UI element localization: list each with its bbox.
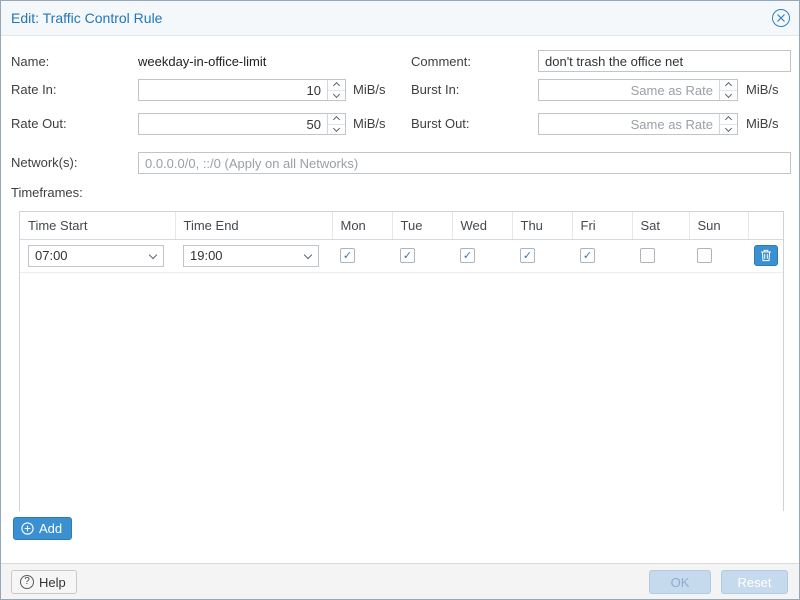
time-start-combo: [28, 245, 164, 267]
spinner-down-icon[interactable]: [328, 125, 345, 135]
timeframes-grid: Time Start Time End Mon Tue Wed Thu Fri …: [19, 211, 784, 511]
rate-out-spinner: [327, 114, 345, 134]
time-end-combo: [183, 245, 319, 267]
burst-out-unit: MiB/s: [746, 113, 779, 135]
rate-out-input[interactable]: [139, 114, 345, 134]
column-header-sat[interactable]: Sat: [632, 212, 689, 239]
burst-in-input[interactable]: [539, 80, 737, 100]
burst-in-spinner: [719, 80, 737, 100]
column-header-thu[interactable]: Thu: [512, 212, 572, 239]
spinner-down-icon[interactable]: [328, 91, 345, 101]
add-button[interactable]: Add: [13, 517, 72, 540]
column-header-sun[interactable]: Sun: [689, 212, 748, 239]
rate-in-spinner: [327, 80, 345, 100]
networks-input[interactable]: [139, 153, 790, 173]
grid-empty-area: [20, 273, 783, 511]
burst-out-field-wrap: [538, 113, 738, 135]
timeframes-label: Timeframes:: [11, 182, 83, 204]
column-header-wed[interactable]: Wed: [452, 212, 512, 239]
column-header-actions: [748, 212, 783, 239]
spinner-down-icon[interactable]: [720, 125, 737, 135]
comment-input[interactable]: [539, 51, 790, 71]
column-header-fri[interactable]: Fri: [572, 212, 632, 239]
comment-label: Comment:: [411, 51, 471, 73]
spinner-up-icon[interactable]: [328, 80, 345, 91]
rate-out-unit: MiB/s: [353, 113, 386, 135]
burst-out-spinner: [719, 114, 737, 134]
reset-button[interactable]: Reset: [721, 570, 788, 594]
table-row: ✓ ✓ ✓ ✓ ✓: [20, 239, 783, 272]
name-label: Name:: [11, 51, 49, 73]
column-header-time-start[interactable]: Time Start: [20, 212, 175, 239]
burst-in-label: Burst In:: [411, 79, 459, 101]
name-value: weekday-in-office-limit: [138, 51, 266, 73]
help-button-label: Help: [39, 575, 66, 590]
help-button[interactable]: ? Help: [11, 570, 77, 594]
checkbox-mon[interactable]: ✓: [340, 248, 355, 263]
checkbox-fri[interactable]: ✓: [580, 248, 595, 263]
column-header-tue[interactable]: Tue: [392, 212, 452, 239]
burst-in-unit: MiB/s: [746, 79, 779, 101]
dialog-titlebar: Edit: Traffic Control Rule: [1, 1, 799, 36]
checkbox-wed[interactable]: ✓: [460, 248, 475, 263]
burst-out-input[interactable]: [539, 114, 737, 134]
question-circle-icon: ?: [20, 575, 34, 589]
column-header-time-end[interactable]: Time End: [175, 212, 332, 239]
networks-field-wrap: [138, 152, 791, 174]
checkbox-sat[interactable]: [640, 248, 655, 263]
trash-icon: [760, 249, 772, 262]
rate-out-label: Rate Out:: [11, 113, 67, 135]
add-button-label: Add: [39, 521, 62, 536]
checkbox-thu[interactable]: ✓: [520, 248, 535, 263]
grid-header-row: Time Start Time End Mon Tue Wed Thu Fri …: [20, 212, 783, 239]
rate-in-unit: MiB/s: [353, 79, 386, 101]
comment-field-wrap: [538, 50, 791, 72]
chevron-down-icon[interactable]: [143, 246, 163, 266]
column-header-mon[interactable]: Mon: [332, 212, 392, 239]
dialog-title: Edit: Traffic Control Rule: [11, 1, 162, 35]
chevron-down-icon[interactable]: [298, 246, 318, 266]
networks-label: Network(s):: [11, 152, 77, 174]
spinner-down-icon[interactable]: [720, 91, 737, 101]
rate-in-label: Rate In:: [11, 79, 57, 101]
ok-button[interactable]: OK: [649, 570, 711, 594]
delete-row-button[interactable]: [754, 245, 778, 266]
checkbox-sun[interactable]: [697, 248, 712, 263]
plus-circle-icon: [21, 522, 34, 535]
rate-out-field-wrap: [138, 113, 346, 135]
spinner-up-icon[interactable]: [720, 114, 737, 125]
checkbox-tue[interactable]: ✓: [400, 248, 415, 263]
edit-traffic-control-rule-dialog: Edit: Traffic Control Rule Name: weekday…: [0, 0, 800, 600]
rate-in-field-wrap: [138, 79, 346, 101]
rate-in-input[interactable]: [139, 80, 345, 100]
burst-in-field-wrap: [538, 79, 738, 101]
close-icon[interactable]: [772, 9, 790, 27]
spinner-up-icon[interactable]: [328, 114, 345, 125]
spinner-up-icon[interactable]: [720, 80, 737, 91]
burst-out-label: Burst Out:: [411, 113, 470, 135]
dialog-footer: ? Help OK Reset: [1, 563, 799, 599]
